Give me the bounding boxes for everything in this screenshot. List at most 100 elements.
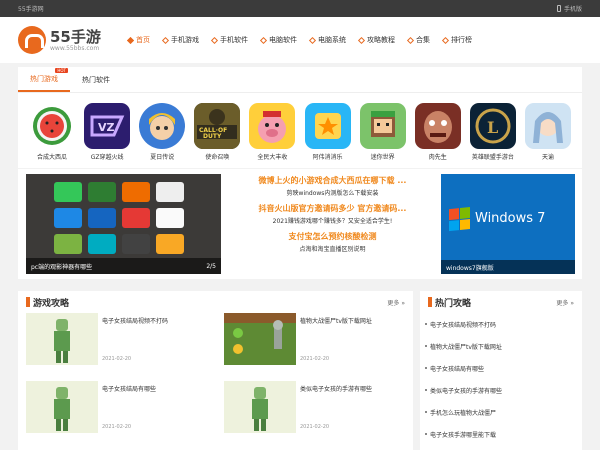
diamond-icon	[259, 36, 268, 44]
nav-mobile-software[interactable]: 手机软件	[210, 35, 248, 45]
diamond-icon	[406, 36, 415, 44]
bullet-icon	[425, 433, 427, 435]
guide-date: 2021-02-20	[300, 356, 330, 362]
headline-link[interactable]: 支付宝怎么预约核酸检测	[230, 230, 435, 244]
more-link[interactable]: 更多 »	[387, 298, 405, 307]
diamond-icon	[126, 36, 135, 44]
logo-url: www.55bbs.com	[50, 44, 100, 52]
section-title-text: 游戏攻略	[33, 298, 70, 309]
app-list: 合成大西瓜 VZ GZ穿越火线 夏日传说 CALL⋅OF DUTY 使命召唤 全民…	[18, 93, 582, 161]
bullet-icon	[425, 389, 427, 391]
nav-home[interactable]: 首页	[126, 35, 150, 45]
app-name: 英雄联盟手游台	[471, 154, 514, 161]
svg-text:L: L	[487, 118, 498, 137]
app-item[interactable]: L 英雄联盟手游台	[467, 103, 519, 161]
guide-date: 2021-02-20	[300, 424, 330, 430]
windows-logo-text: Windows 7	[475, 211, 546, 226]
subheadline-link[interactable]: 剪映windows内测版怎么下载安装	[230, 188, 435, 199]
app-name: GZ穿越火线	[90, 154, 124, 161]
list-item[interactable]: 类似电子女孩的手游有哪些	[425, 379, 577, 401]
app-name: 天谕	[541, 154, 554, 161]
hot-badge: HOT	[55, 68, 68, 73]
cf-logo-icon: VZ	[84, 103, 131, 149]
star-block-icon	[304, 103, 351, 149]
list-item[interactable]: 电子女孩手游哪里能下载	[425, 423, 577, 445]
nav-label: 攻略教程	[367, 36, 395, 44]
nav-label: 电脑系统	[318, 36, 346, 44]
list-item[interactable]: 电子女孩结局有哪些	[425, 357, 577, 379]
app-item[interactable]: VZ GZ穿越火线	[81, 103, 133, 161]
section-title: 热门攻略	[428, 296, 471, 309]
app-item[interactable]: 天谕	[522, 103, 574, 161]
mobile-version-link[interactable]: 手机版	[556, 4, 582, 13]
windows-logo-icon	[449, 206, 471, 232]
image-slider[interactable]: pc端的观影神器有哪些 2/5	[26, 174, 221, 274]
headline-news: 微博上火的小游戏合成大西瓜在哪下载 ... 剪映windows内测版怎么下载安装…	[230, 172, 435, 258]
app-item[interactable]: 迷你世界	[357, 103, 409, 161]
title-bar-icon	[26, 297, 30, 307]
guide-card[interactable]: 类似电子女孩的手游有哪些 2021-02-20	[224, 381, 414, 444]
list-item-text: 电子女孩结局有哪些	[430, 365, 485, 373]
app-item[interactable]: 夏日传说	[136, 103, 188, 161]
list-item[interactable]: 电子女孩结局视频不打码	[425, 313, 577, 335]
app-name: 夏日传说	[150, 154, 175, 161]
app-item[interactable]: 合成大西瓜	[26, 103, 78, 161]
guide-card[interactable]: 电子女孩结局有哪些 2021-02-20	[26, 381, 216, 444]
nav-label: 排行榜	[451, 36, 472, 44]
list-item[interactable]: 手机怎么玩植物大战僵尸	[425, 401, 577, 423]
tab-hot-software[interactable]: 热门软件	[70, 67, 122, 92]
subheadline-link[interactable]: 点淘和淘宝直播区别说明	[230, 244, 435, 255]
phone-icon	[556, 5, 561, 12]
tab-label: 热门软件	[82, 75, 110, 84]
guide-date: 2021-02-20	[102, 356, 132, 362]
app-name: 肉先生	[428, 154, 447, 161]
windows7-banner[interactable]: Windows 7 windows7旗舰版	[441, 174, 575, 274]
watermelon-icon	[29, 103, 75, 149]
list-item[interactable]: 植物大战僵尸tv版下载网址	[425, 335, 577, 357]
diamond-icon	[161, 36, 170, 44]
more-link[interactable]: 更多 »	[556, 298, 574, 307]
site-logo[interactable]: 55手游 www.55bbs.com	[18, 26, 118, 54]
app-item[interactable]: 全民大丰收	[246, 103, 298, 161]
list-item-text: 电子女孩结局视频不打码	[430, 321, 497, 329]
title-bar-icon	[428, 297, 432, 307]
guide-thumbnail	[26, 381, 98, 433]
nav-pc-software[interactable]: 电脑软件	[259, 35, 297, 45]
guide-thumbnail	[26, 313, 98, 365]
slider-caption-text: pc端的观影神器有哪些	[31, 263, 93, 271]
guide-card[interactable]: 植物大战僵尸tv版下载网址 2021-02-20	[224, 313, 414, 376]
section-title-text: 热门攻略	[435, 298, 472, 309]
bullet-icon	[425, 323, 427, 325]
app-name: 使命召唤	[205, 154, 230, 161]
nav-mobile-games[interactable]: 手机游戏	[161, 35, 199, 45]
list-item-text: 手机怎么玩植物大战僵尸	[430, 409, 497, 417]
banner-caption: windows7旗舰版	[441, 260, 575, 274]
app-item[interactable]: CALL⋅OF DUTY 使命召唤	[191, 103, 243, 161]
diamond-icon	[357, 36, 366, 44]
nav-pc-system[interactable]: 电脑系统	[308, 35, 346, 45]
app-item[interactable]: 阿伟消消乐	[302, 103, 354, 161]
character-icon	[139, 103, 186, 149]
headline-link[interactable]: 微博上火的小游戏合成大西瓜在哪下载 ...	[230, 174, 435, 188]
bullet-icon	[425, 411, 427, 413]
svg-text:VZ: VZ	[98, 121, 115, 134]
nav-collections[interactable]: 合集	[406, 35, 430, 45]
app-name: 全民大丰收	[257, 154, 288, 161]
headline-link[interactable]: 抖音火山版官方邀请码多少 官方邀请码...	[230, 202, 435, 216]
tab-hot-games[interactable]: 热门游戏 HOT	[18, 67, 70, 92]
guide-title: 植物大战僵尸tv版下载网址	[300, 318, 372, 325]
nav-rankings[interactable]: 排行榜	[441, 35, 472, 45]
guide-title: 电子女孩结局视频不打码	[102, 318, 169, 325]
nav-guides[interactable]: 攻略教程	[357, 35, 395, 45]
guide-card[interactable]: 电子女孩结局视频不打码 2021-02-20	[26, 313, 216, 376]
app-item[interactable]: 肉先生	[412, 103, 464, 161]
site-name: 55手游网	[18, 6, 44, 13]
header: 55手游 www.55bbs.com 首页 手机游戏 手机软件 电脑软件 电脑系…	[0, 17, 600, 63]
subheadline-link[interactable]: 2021赚钱游戏哪个赚钱多？又安全适合学生!	[230, 216, 435, 227]
guide-thumbnail	[224, 313, 296, 365]
main-nav: 首页 手机游戏 手机软件 电脑软件 电脑系统 攻略教程 合集 排行榜	[126, 35, 485, 45]
nav-label: 电脑软件	[269, 36, 297, 44]
featured-section: pc端的观影神器有哪些 2/5 微博上火的小游戏合成大西瓜在哪下载 ... 剪映…	[18, 169, 582, 279]
mini-world-icon	[359, 103, 406, 149]
top-bar: 55手游网 手机版	[0, 0, 600, 17]
